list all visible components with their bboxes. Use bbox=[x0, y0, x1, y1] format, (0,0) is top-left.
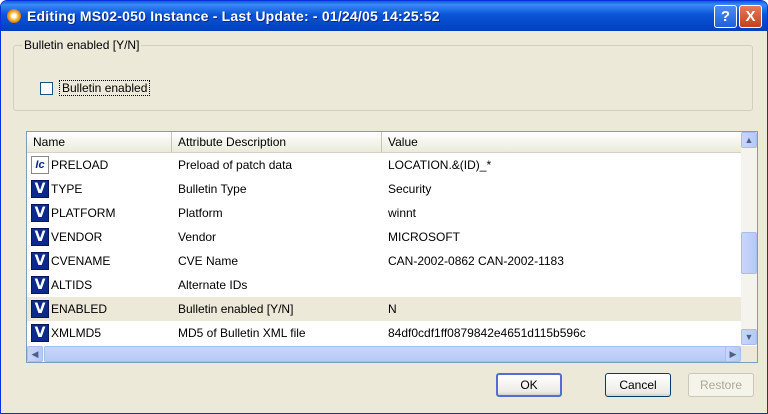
list-row[interactable]: V TYPE Bulletin Type Security bbox=[27, 177, 741, 201]
attribute-value: Security bbox=[388, 182, 432, 196]
attribute-description: Preload of patch data bbox=[178, 158, 293, 172]
attribute-value: MICROSOFT bbox=[388, 230, 460, 244]
list-row[interactable]: V PLATFORM Platform winnt bbox=[27, 201, 741, 225]
attribute-description: Vendor bbox=[178, 230, 217, 244]
attribute-value: CAN-2002-0862 CAN-2002-1183 bbox=[388, 254, 564, 268]
scroll-up-icon[interactable]: ▲ bbox=[741, 132, 757, 148]
restore-button[interactable]: Restore bbox=[688, 373, 754, 397]
cell-name: V XMLMD5 bbox=[27, 324, 172, 342]
ok-button[interactable]: OK bbox=[496, 373, 562, 397]
cell-name: V ENABLED bbox=[27, 300, 172, 318]
bulletin-enabled-group: Bulletin enabled [Y/N] Bulletin enabled bbox=[13, 38, 753, 111]
attribute-name: TYPE bbox=[51, 182, 83, 196]
column-header-value[interactable]: Value bbox=[382, 132, 741, 152]
close-button[interactable]: X bbox=[739, 5, 762, 28]
list-row[interactable]: V XMLMD5 MD5 of Bulletin XML file 84df0cdf1… bbox=[27, 321, 741, 345]
title-bar[interactable]: Editing MS02-050 Instance - Last Update:… bbox=[1, 1, 767, 31]
attribute-name: ALTIDS bbox=[51, 278, 93, 292]
list-body: Ic PRELOAD Preload of patch data LOCATION.&… bbox=[27, 153, 741, 345]
attribute-description: Platform bbox=[178, 206, 223, 220]
cell-name: Ic PRELOAD bbox=[27, 156, 172, 174]
attribute-description: CVE Name bbox=[178, 254, 239, 268]
attribute-name: XMLMD5 bbox=[51, 326, 102, 340]
attribute-value: N bbox=[388, 302, 397, 316]
attribute-name: PLATFORM bbox=[51, 206, 116, 220]
column-header-name[interactable]: Name bbox=[27, 132, 172, 152]
attribute-name: VENDOR bbox=[51, 230, 103, 244]
cell-name: V CVENAME bbox=[27, 252, 172, 270]
cell-name: V PLATFORM bbox=[27, 204, 172, 222]
list-row[interactable]: V ENABLED Bulletin enabled [Y/N] N bbox=[27, 297, 741, 321]
list-row[interactable]: V ALTIDS Alternate IDs bbox=[27, 273, 741, 297]
vertical-scrollbar[interactable]: ▲ ▼ bbox=[741, 132, 757, 345]
value-icon: V bbox=[31, 276, 49, 294]
attribute-name: PRELOAD bbox=[51, 158, 109, 172]
attribute-value: winnt bbox=[388, 206, 417, 220]
attribute-name: CVENAME bbox=[51, 254, 111, 268]
horizontal-scroll-thumb[interactable] bbox=[44, 346, 734, 362]
vertical-scroll-thumb[interactable] bbox=[741, 232, 757, 274]
bulletin-enabled-checkbox[interactable] bbox=[40, 81, 53, 95]
list-row[interactable]: Ic PRELOAD Preload of patch data LOCATION.&… bbox=[27, 153, 741, 177]
attribute-value: 84df0cdf1ff0879842e4651d115b596c bbox=[388, 326, 586, 340]
value-icon: V bbox=[31, 324, 49, 342]
edit-instance-dialog: Editing MS02-050 Instance - Last Update:… bbox=[0, 0, 768, 414]
scroll-down-icon[interactable]: ▼ bbox=[741, 329, 757, 345]
app-icon bbox=[7, 9, 21, 23]
value-icon: V bbox=[31, 180, 49, 198]
list-header: Name Attribute Description Value bbox=[27, 132, 741, 153]
attribute-description: MD5 of Bulletin XML file bbox=[178, 326, 306, 340]
value-icon: V bbox=[31, 228, 49, 246]
patch-data-icon: Ic bbox=[31, 156, 49, 174]
bulletin-enabled-label[interactable]: Bulletin enabled bbox=[59, 80, 151, 96]
help-button[interactable]: ? bbox=[714, 5, 737, 28]
attribute-name: ENABLED bbox=[51, 302, 108, 316]
list-row[interactable]: V VENDOR Vendor MICROSOFT bbox=[27, 225, 741, 249]
window-title: Editing MS02-050 Instance - Last Update:… bbox=[27, 8, 440, 24]
attribute-description: Alternate IDs bbox=[178, 278, 248, 292]
list-row[interactable]: V CVENAME CVE Name CAN-2002-0862 CAN-2002-1… bbox=[27, 249, 741, 273]
column-header-description[interactable]: Attribute Description bbox=[172, 132, 382, 152]
attribute-description: Bulletin enabled [Y/N] bbox=[178, 302, 294, 316]
cell-name: V ALTIDS bbox=[27, 276, 172, 294]
cell-name: V VENDOR bbox=[27, 228, 172, 246]
bulletin-enabled-checkbox-row[interactable]: Bulletin enabled bbox=[40, 80, 151, 96]
attribute-description: Bulletin Type bbox=[178, 182, 247, 196]
group-legend: Bulletin enabled [Y/N] bbox=[22, 38, 142, 52]
scroll-corner bbox=[741, 346, 757, 362]
attribute-list[interactable]: Name Attribute Description Value Ic PRELO… bbox=[26, 131, 758, 363]
value-icon: V bbox=[31, 204, 49, 222]
horizontal-scrollbar[interactable]: ◀ ▶ bbox=[27, 346, 741, 362]
attribute-value: LOCATION.&(ID)_* bbox=[388, 158, 492, 172]
value-icon: V bbox=[31, 252, 49, 270]
scroll-left-icon[interactable]: ◀ bbox=[27, 346, 43, 362]
cancel-button[interactable]: Cancel bbox=[605, 373, 671, 397]
value-icon: V bbox=[31, 300, 49, 318]
scroll-right-icon[interactable]: ▶ bbox=[725, 346, 741, 362]
cell-name: V TYPE bbox=[27, 180, 172, 198]
